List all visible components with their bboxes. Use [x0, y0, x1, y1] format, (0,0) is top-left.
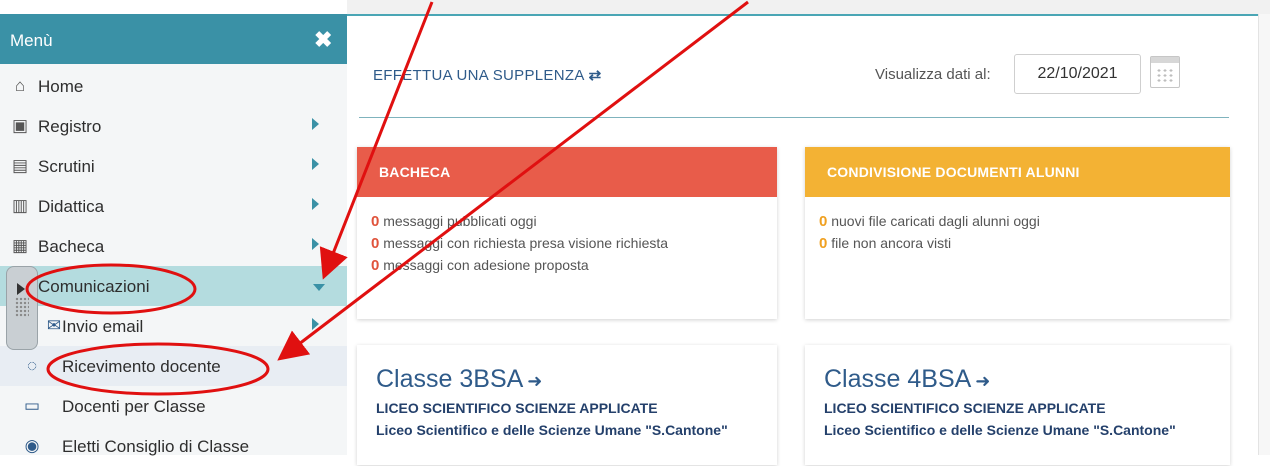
sidebar-item-label: Eletti Consiglio di Classe: [62, 437, 250, 456]
main-content: EFFETTUA UNA SUPPLENZA ⇄ Visualizza dati …: [347, 0, 1270, 465]
sidebar-item-label: Scrutini: [38, 157, 95, 176]
sidebar-item-label: Comunicazioni: [38, 277, 150, 296]
top-bar: [347, 0, 1270, 16]
calendar-icon[interactable]: [1150, 56, 1180, 88]
caret-right-icon: [312, 158, 319, 170]
sidebar-menu: Menù ✖ ⌂ Home ▣ Registro ▤ Scrutini ▥ Di…: [0, 0, 347, 456]
sidebar-item-label: Bacheca: [38, 237, 105, 256]
class-card: Classe 4BSA ➜ LICEO SCIENTIFICO SCIENZE A…: [805, 345, 1230, 465]
caret-right-icon: [312, 238, 319, 250]
date-input[interactable]: 22/10/2021: [1014, 54, 1141, 94]
swap-icon: ⇄: [588, 67, 602, 84]
bacheca-card-title: BACHECA: [379, 164, 451, 180]
count: 0: [371, 235, 380, 252]
sidebar-item-eletti-consiglio[interactable]: ◉ Eletti Consiglio di Classe: [0, 426, 347, 466]
book-icon: ▥: [11, 196, 29, 215]
class-scuola: Liceo Scientifico e delle Scienze Umane …: [824, 422, 1176, 438]
caret-down-icon: [313, 284, 325, 291]
caret-right-icon: [312, 198, 319, 210]
enter-icon: ➜: [975, 371, 991, 391]
condivisione-line[interactable]: 0 nuovi file caricati dagli alunni oggi: [819, 213, 1216, 235]
bacheca-line[interactable]: 0 messaggi con adesione proposta: [371, 257, 763, 279]
bacheca-line[interactable]: 0 messaggi con richiesta presa visione r…: [371, 235, 763, 257]
sidebar-item-docenti-per-classe[interactable]: ▭ Docenti per Classe: [0, 386, 347, 426]
sidebar-item-home[interactable]: ⌂ Home: [0, 66, 347, 106]
bacheca-card-header[interactable]: BACHECA: [357, 147, 777, 197]
class-link[interactable]: Classe 3BSA ➜: [357, 345, 777, 394]
class-indirizzo: LICEO SCIENTIFICO SCIENZE APPLICATE: [824, 400, 1106, 416]
class-indirizzo: LICEO SCIENTIFICO SCIENZE APPLICATE: [376, 400, 658, 416]
supplenza-label: EFFETTUA UNA SUPPLENZA: [373, 67, 585, 84]
condivisione-line[interactable]: 0 file non ancora visti: [819, 235, 1216, 257]
supplenza-link[interactable]: EFFETTUA UNA SUPPLENZA ⇄: [373, 66, 602, 84]
count: 0: [819, 235, 828, 252]
calendar-check-icon: ▣: [11, 116, 29, 135]
class-card: Classe 3BSA ➜ LICEO SCIENTIFICO SCIENZE A…: [357, 345, 777, 465]
sidebar-item-label: Didattica: [38, 197, 105, 216]
menu-header: Menù ✖: [0, 14, 347, 64]
document-icon: ▤: [11, 156, 29, 175]
divider: [359, 117, 1229, 118]
sidebar-item-ricevimento-docente[interactable]: ◌ Ricevimento docente: [0, 346, 347, 386]
sidebar-item-registro[interactable]: ▣ Registro: [0, 106, 347, 146]
enter-icon: ➜: [527, 371, 543, 391]
sidebar-item-comunicazioni[interactable]: Comunicazioni: [0, 266, 347, 306]
sidebar-top-strip: [0, 0, 347, 14]
class-name: Classe 3BSA: [376, 365, 524, 393]
sidebar-item-scrutini[interactable]: ▤ Scrutini: [0, 146, 347, 186]
sidebar-item-label: Home: [38, 77, 84, 96]
sidebar-item-didattica[interactable]: ▥ Didattica: [0, 186, 347, 226]
line-text: messaggi con adesione proposta: [383, 257, 589, 273]
scrollbar[interactable]: [1258, 14, 1270, 455]
condivisione-card-body: 0 nuovi file caricati dagli alunni oggi …: [805, 197, 1230, 263]
expand-arrow-icon: [17, 283, 25, 295]
class-name: Classe 4BSA: [824, 365, 972, 393]
bacheca-line[interactable]: 0 messaggi pubblicati oggi: [371, 213, 763, 235]
sidebar-item-label: Registro: [38, 117, 102, 136]
home-icon: ⌂: [14, 76, 26, 95]
line-text: messaggi con richiesta presa visione ric…: [383, 235, 669, 251]
count: 0: [371, 213, 380, 230]
notice-board-icon: ▦: [11, 236, 29, 255]
sidebar-item-invio-email[interactable]: ✉ Invio email: [0, 306, 347, 346]
menu-title: Menù: [10, 31, 53, 50]
chat-icon: ◌: [26, 356, 38, 375]
bacheca-card: BACHECA 0 messaggi pubblicati oggi 0 mes…: [357, 147, 777, 319]
class-scuola: Liceo Scientifico e delle Scienze Umane …: [376, 422, 728, 438]
bacheca-card-body: 0 messaggi pubblicati oggi 0 messaggi co…: [357, 197, 777, 285]
condivisione-card-title: CONDIVISIONE DOCUMENTI ALUNNI: [827, 164, 1080, 180]
visualizza-label: Visualizza dati al:: [875, 66, 991, 83]
sidebar-item-label: Invio email: [62, 317, 144, 336]
envelope-icon: ✉: [46, 316, 62, 335]
sidebar-item-bacheca[interactable]: ▦ Bacheca: [0, 226, 347, 266]
sidebar-item-label: Docenti per Classe: [62, 397, 206, 416]
line-text: file non ancora visti: [831, 235, 952, 251]
sidebar-drag-handle[interactable]: [6, 266, 38, 350]
grip-icon: [15, 297, 29, 317]
class-link[interactable]: Classe 4BSA ➜: [805, 345, 1230, 394]
count: 0: [371, 257, 380, 274]
count: 0: [819, 213, 828, 230]
condivisione-card-header[interactable]: CONDIVISIONE DOCUMENTI ALUNNI: [805, 147, 1230, 197]
users-icon: ◉: [24, 436, 40, 455]
close-icon[interactable]: ✖: [314, 27, 332, 53]
chalkboard-icon: ▭: [23, 396, 41, 415]
condivisione-card: CONDIVISIONE DOCUMENTI ALUNNI 0 nuovi fi…: [805, 147, 1230, 319]
caret-right-icon: [312, 318, 319, 330]
sidebar-item-label: Ricevimento docente: [62, 357, 221, 376]
caret-right-icon: [312, 118, 319, 130]
line-text: nuovi file caricati dagli alunni oggi: [831, 213, 1040, 229]
line-text: messaggi pubblicati oggi: [383, 213, 537, 229]
